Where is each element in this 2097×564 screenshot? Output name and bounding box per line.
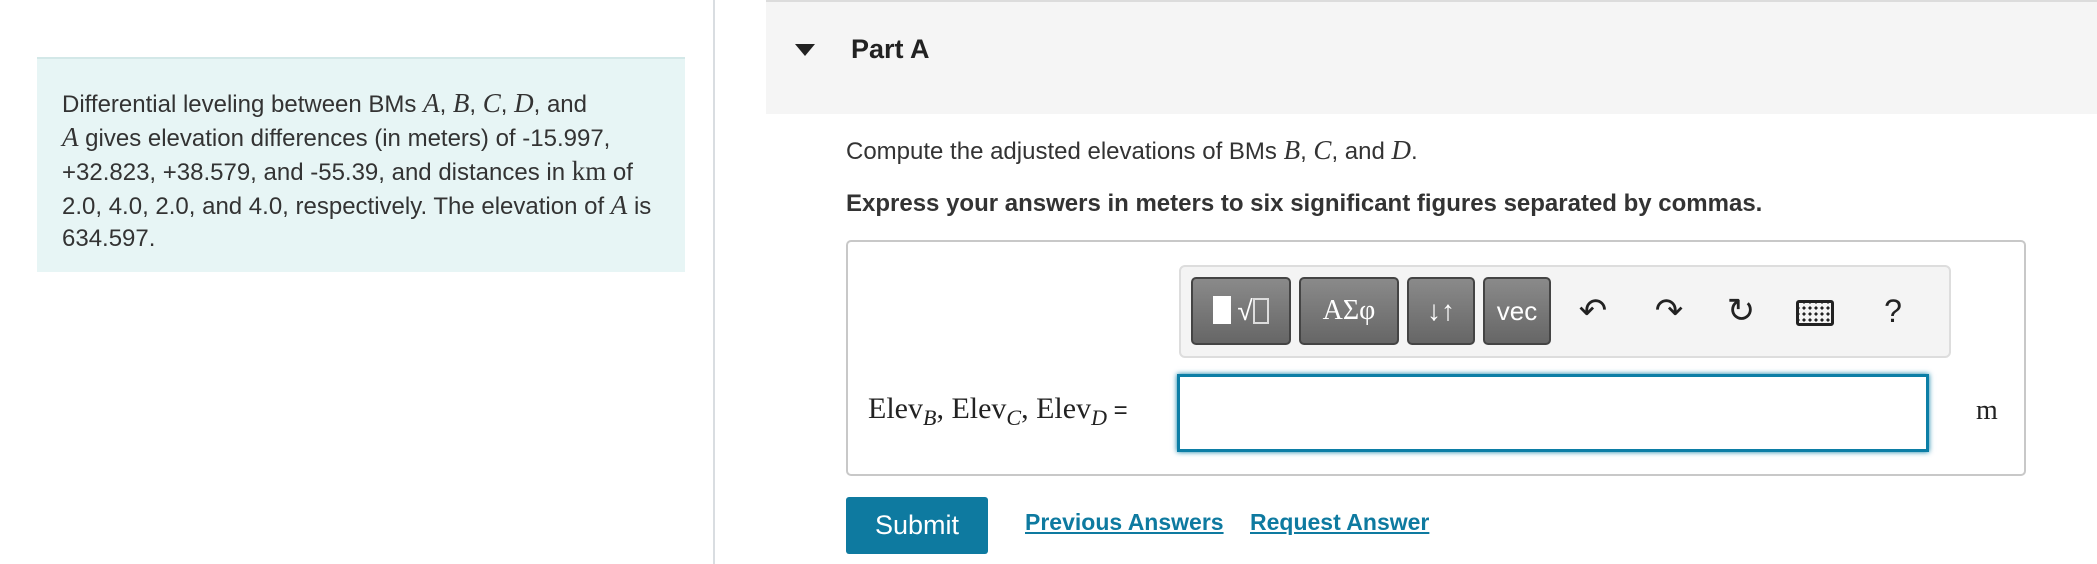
math-a: A — [62, 122, 79, 152]
problem-text: Differential leveling between BMs — [62, 91, 424, 118]
previous-answers-link[interactable]: Previous Answers — [1025, 509, 1224, 536]
template-box-icon — [1252, 298, 1269, 324]
unit-label: m — [1976, 395, 1998, 426]
subscript-superscript-button[interactable]: ↓↑ — [1407, 277, 1475, 345]
math-c: C — [482, 88, 501, 118]
variable-subscript: B — [922, 405, 937, 430]
math-a: A — [423, 88, 440, 118]
separator: , — [500, 91, 515, 118]
answer-box: √ ΑΣφ ↓↑ vec ↶ ↷ ↻ ? ElevB, ElevC, ElevD… — [846, 240, 2026, 476]
keyboard-icon[interactable] — [1791, 287, 1839, 335]
variable-name: Elev — [951, 392, 1007, 425]
math-a: A — [610, 190, 628, 220]
submit-button[interactable]: Submit — [846, 497, 988, 554]
math-b: B — [452, 88, 470, 118]
templates-button[interactable]: √ — [1191, 277, 1291, 345]
reset-icon[interactable]: ↻ — [1717, 287, 1765, 335]
vector-button[interactable]: vec — [1483, 277, 1551, 345]
variable-subscript: C — [1006, 405, 1022, 430]
part-header[interactable]: Part A — [766, 0, 2097, 114]
caret-down-icon[interactable] — [795, 44, 815, 56]
separator: , and — [533, 91, 588, 118]
unit-km: km — [571, 156, 607, 186]
undo-icon[interactable]: ↶ — [1569, 287, 1617, 335]
redo-icon[interactable]: ↷ — [1645, 287, 1693, 335]
separator: , — [1300, 138, 1314, 165]
answer-input[interactable] — [1177, 374, 1929, 452]
separator: , — [469, 91, 483, 118]
request-answer-link[interactable]: Request Answer — [1250, 509, 1429, 536]
greek-symbols-button[interactable]: ΑΣφ — [1299, 277, 1399, 345]
problem-text: gives elevation differences (in meters) … — [62, 125, 611, 186]
question-text-part: Compute the adjusted elevations of BMs — [846, 138, 1284, 165]
separator: , — [1021, 392, 1037, 425]
separator: , — [936, 392, 952, 425]
answer-label: ElevB, ElevC, ElevD = — [868, 392, 1128, 431]
problem-statement: Differential leveling between BMs A, B , … — [37, 57, 685, 272]
separator: , and — [1331, 138, 1392, 165]
separator: , — [439, 91, 453, 118]
math-b: B — [1283, 135, 1301, 165]
equals-sign: = — [1106, 397, 1128, 424]
separator: . — [1410, 138, 1418, 165]
variable-name: Elev — [868, 392, 923, 425]
part-title: Part A — [851, 34, 930, 64]
help-icon[interactable]: ? — [1869, 287, 1917, 335]
radical-icon: √ — [1237, 295, 1253, 326]
question-text: Compute the adjusted elevations of BMs B… — [846, 135, 1418, 166]
math-toolbar: √ ΑΣφ ↓↑ vec ↶ ↷ ↻ ? — [1179, 265, 1951, 358]
instruction-text: Express your answers in meters to six si… — [846, 190, 1763, 217]
math-d: D — [1391, 135, 1411, 165]
template-square-icon — [1213, 296, 1232, 324]
math-d: D — [514, 88, 534, 118]
variable-subscript: D — [1091, 405, 1107, 430]
variable-name: Elev — [1036, 392, 1092, 425]
column-divider — [713, 0, 715, 564]
math-c: C — [1313, 135, 1332, 165]
